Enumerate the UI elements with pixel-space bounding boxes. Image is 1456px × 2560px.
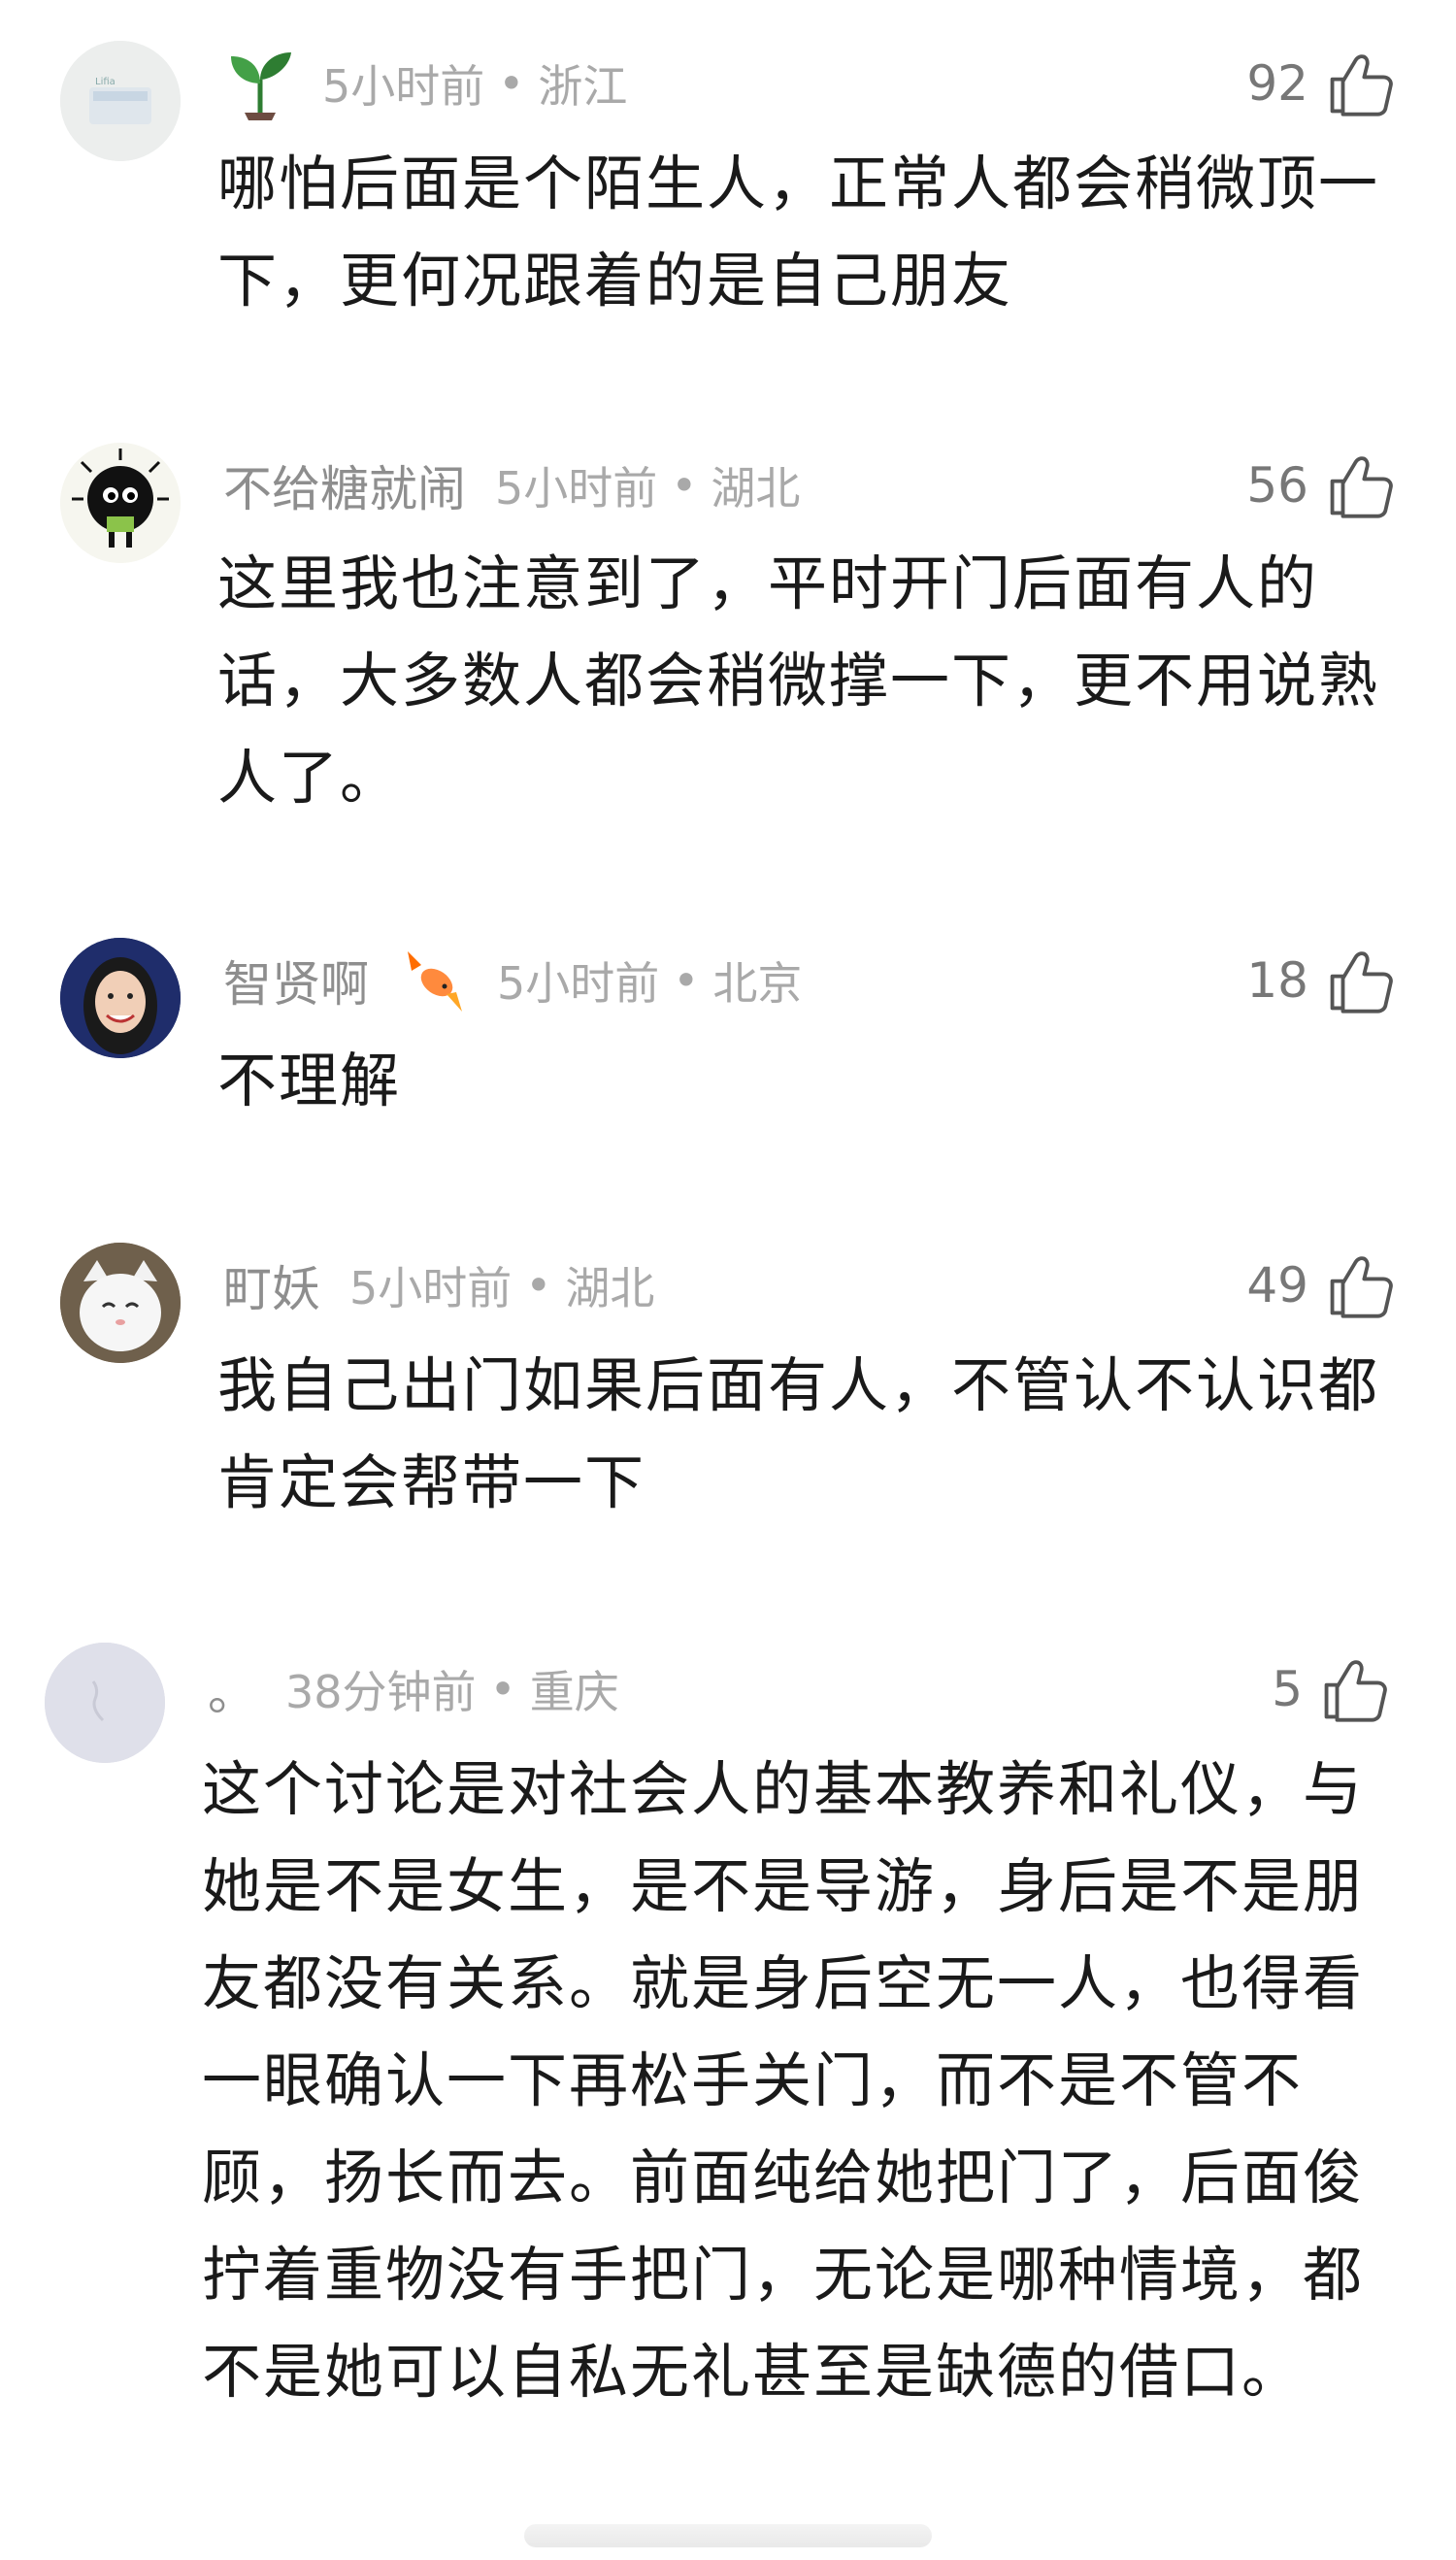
comment-location: 浙江 bbox=[538, 60, 628, 113]
avatar[interactable] bbox=[45, 1643, 165, 1763]
svg-text:Lifia: Lifia bbox=[95, 77, 116, 87]
like-button[interactable]: 92 bbox=[1246, 45, 1394, 122]
username[interactable]: 不给糖就闹 bbox=[223, 450, 466, 520]
username[interactable]: 。 bbox=[208, 1654, 256, 1724]
comment-meta: 不给糖就闹 5小时前 • 湖北 bbox=[223, 447, 800, 524]
comment-location: 北京 bbox=[712, 957, 803, 1010]
comment-meta: 町妖 5小时前 • 湖北 bbox=[223, 1247, 654, 1324]
bottom-fade-bar bbox=[524, 2524, 932, 2547]
separator-dot: • bbox=[673, 954, 700, 1007]
comment-meta: 智贤啊 5小时前 • 北京 bbox=[223, 942, 802, 1019]
comment-time: 5小时前 bbox=[349, 1262, 513, 1314]
comment-time: 38分钟前 bbox=[285, 1666, 477, 1718]
seedling-icon bbox=[223, 47, 297, 120]
like-button[interactable]: 18 bbox=[1246, 942, 1394, 1019]
like-button[interactable]: 5 bbox=[1272, 1650, 1388, 1728]
thumbs-up-icon bbox=[1320, 1655, 1388, 1723]
comment-time: 5小时前 bbox=[322, 60, 485, 113]
thumbs-up-icon bbox=[1326, 451, 1394, 519]
comment-text: 哪怕后面是个陌生人，正常人都会稍微顶一下，更何况跟着的是自己朋友 bbox=[217, 150, 1380, 316]
like-button[interactable]: 56 bbox=[1246, 447, 1394, 524]
thumbs-up-icon bbox=[1326, 947, 1394, 1014]
like-button[interactable]: 49 bbox=[1246, 1247, 1394, 1324]
separator-dot: • bbox=[671, 459, 698, 512]
comment-time: 5小时前 bbox=[497, 957, 660, 1010]
comment-location: 湖北 bbox=[565, 1262, 655, 1314]
comment-meta: 5小时前 • 浙江 bbox=[223, 45, 627, 122]
avatar[interactable]: Lifia bbox=[60, 41, 181, 161]
like-count: 18 bbox=[1246, 952, 1308, 1009]
comment-text: 不理解 bbox=[217, 1047, 402, 1115]
separator-dot: • bbox=[525, 1259, 552, 1312]
separator-dot: • bbox=[498, 57, 525, 110]
goldfish-icon bbox=[398, 944, 472, 1017]
like-count: 49 bbox=[1246, 1257, 1308, 1313]
comment-text: 这个讨论是对社会人的基本教养和礼仪，与她是不是女生，是不是导游，身后是不是朋友都… bbox=[202, 1755, 1365, 2407]
username[interactable]: 智贤啊 bbox=[223, 946, 369, 1015]
comment-meta: 。 38分钟前 • 重庆 bbox=[208, 1650, 619, 1728]
avatar[interactable] bbox=[60, 1243, 181, 1363]
comment-location: 湖北 bbox=[711, 462, 801, 515]
comment-text: 这里我也注意到了，平时开门后面有人的话，大多数人都会稍微撑一下，更不用说熟人了。 bbox=[217, 549, 1380, 813]
separator-dot: • bbox=[489, 1663, 516, 1715]
thumbs-up-icon bbox=[1326, 50, 1394, 117]
comment-location: 重庆 bbox=[529, 1666, 619, 1718]
comment-time: 5小时前 bbox=[495, 462, 658, 515]
avatar[interactable] bbox=[60, 938, 181, 1058]
like-count: 5 bbox=[1272, 1661, 1303, 1717]
thumbs-up-icon bbox=[1326, 1251, 1394, 1319]
comment-text: 我自己出门如果后面有人，不管认不认识都肯定会帮带一下 bbox=[217, 1351, 1380, 1517]
like-count: 92 bbox=[1246, 55, 1308, 112]
like-count: 56 bbox=[1246, 457, 1308, 514]
username[interactable]: 町妖 bbox=[223, 1250, 320, 1320]
avatar[interactable] bbox=[60, 443, 181, 563]
